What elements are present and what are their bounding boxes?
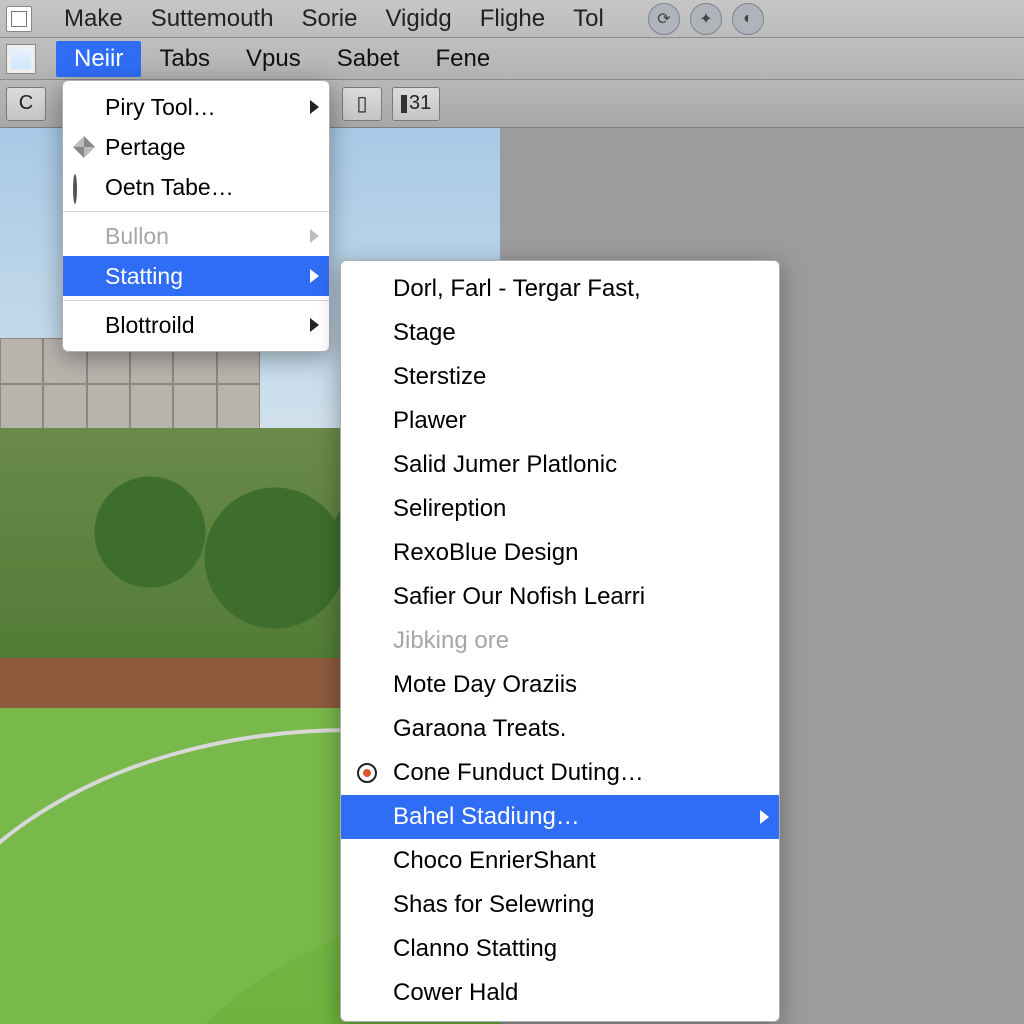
tool-button-c[interactable]: C <box>6 87 46 121</box>
os-menu-suttemouth[interactable]: Suttemouth <box>137 1 288 37</box>
submenu-item-mote-day[interactable]: Mote Day Oraziis <box>341 663 779 707</box>
os-menubar: Make Suttemouth Sorie Vigidg Flighe Tol … <box>0 0 1024 38</box>
menu-item-label: Piry Tool… <box>105 94 216 121</box>
app-menu-fene[interactable]: Fene <box>417 41 508 77</box>
menu-item-label: Mote Day Oraziis <box>393 671 577 699</box>
status-icon-3[interactable]: ◐ <box>732 3 764 35</box>
chevron-right-icon <box>310 229 319 243</box>
menu-item-blottroild[interactable]: Blottroild <box>63 305 329 345</box>
menu-item-label: RexoBlue Design <box>393 539 578 567</box>
submenu-item-rexoblue[interactable]: RexoBlue Design <box>341 531 779 575</box>
submenu-item-plawer[interactable]: Plawer <box>341 399 779 443</box>
menu-item-label: Shas for Selewring <box>393 891 594 919</box>
menu-item-label: Garaona Treats. <box>393 715 566 743</box>
menu-item-label: Selireption <box>393 495 506 523</box>
menu-item-label: Clanno Statting <box>393 935 557 963</box>
submenu-item-shas[interactable]: Shas for Selewring <box>341 883 779 927</box>
dropdown-statting-submenu: Dorl, Farl - Tergar Fast, Stage Sterstiz… <box>340 260 780 1022</box>
submenu-item-selireption[interactable]: Selireption <box>341 487 779 531</box>
menu-item-label: Plawer <box>393 407 466 435</box>
menu-item-label: Blottroild <box>105 312 194 339</box>
menu-item-label: Cower Hald <box>393 979 518 1007</box>
app-menu-neiir[interactable]: Neiir <box>56 41 141 77</box>
bar-icon <box>401 95 407 113</box>
tool-button-31[interactable]: 31 <box>392 87 440 121</box>
os-menu-vigidg[interactable]: Vigidg <box>371 1 465 37</box>
menu-item-pertage[interactable]: Pertage <box>63 127 329 167</box>
submenu-item-stage[interactable]: Stage <box>341 311 779 355</box>
ring-icon <box>73 176 95 198</box>
dropdown-neiir: Piry Tool… Pertage Oetn Tabe… Bullon Sta… <box>62 80 330 352</box>
submenu-item-safier[interactable]: Safier Our Nofish Learri <box>341 575 779 619</box>
chevron-right-icon <box>310 100 319 114</box>
chevron-right-icon <box>760 810 769 824</box>
menu-item-label: Cone Funduct Duting… <box>393 759 644 787</box>
menu-item-statting[interactable]: Statting <box>63 256 329 296</box>
submenu-item-sterstize[interactable]: Sterstize <box>341 355 779 399</box>
submenu-item-garaona[interactable]: Garaona Treats. <box>341 707 779 751</box>
menu-item-label: Statting <box>105 263 183 290</box>
chevron-right-icon <box>310 269 319 283</box>
menu-item-label: Stage <box>393 319 456 347</box>
submenu-item-salid-jumer[interactable]: Salid Jumer Platlonic <box>341 443 779 487</box>
menu-item-label: Salid Jumer Platlonic <box>393 451 617 479</box>
tool-button-c-label: C <box>19 92 33 115</box>
record-icon <box>357 763 377 783</box>
brush-icon <box>73 136 95 158</box>
os-menu-tol[interactable]: Tol <box>559 1 618 37</box>
submenu-item-clanno[interactable]: Clanno Statting <box>341 927 779 971</box>
submenu-item-bahel-stadiung[interactable]: Bahel Stadiung… <box>341 795 779 839</box>
tool-button-bottle[interactable]: ▯ <box>342 87 382 121</box>
status-icon-1[interactable]: ⟳ <box>648 3 680 35</box>
menu-item-label: Oetn Tabe… <box>105 174 234 201</box>
bottle-icon: ▯ <box>356 91 367 116</box>
submenu-item-cower-hald[interactable]: Cower Hald <box>341 971 779 1015</box>
submenu-item-jibking: Jibking ore <box>341 619 779 663</box>
submenu-item-cone-funduct[interactable]: Cone Funduct Duting… <box>341 751 779 795</box>
menu-separator <box>63 300 329 301</box>
status-icon-2[interactable]: ✦ <box>690 3 722 35</box>
chevron-right-icon <box>310 318 319 332</box>
tool-button-31-label: 31 <box>409 92 431 115</box>
menu-item-label: Bullon <box>105 223 169 250</box>
app-menu-tabs[interactable]: Tabs <box>141 41 228 77</box>
menu-item-piry-tool[interactable]: Piry Tool… <box>63 87 329 127</box>
menu-item-label: Choco EnrierShant <box>393 847 596 875</box>
menu-item-oetn-tabe[interactable]: Oetn Tabe… <box>63 167 329 207</box>
os-menu-sorie[interactable]: Sorie <box>287 1 371 37</box>
app-menu-vpus[interactable]: Vpus <box>228 41 319 77</box>
app-logo-icon <box>6 6 32 32</box>
submenu-item-choco[interactable]: Choco EnrierShant <box>341 839 779 883</box>
document-icon[interactable] <box>6 44 36 74</box>
menu-item-label: Dorl, Farl - Tergar Fast, <box>393 275 641 303</box>
menu-item-label: Safier Our Nofish Learri <box>393 583 645 611</box>
menu-item-label: Sterstize <box>393 363 486 391</box>
menu-separator <box>63 211 329 212</box>
menu-item-label: Jibking ore <box>393 627 509 655</box>
menu-item-bullon: Bullon <box>63 216 329 256</box>
app-menubar: Neiir Tabs Vpus Sabet Fene <box>0 38 1024 80</box>
submenu-item-dorl-farl[interactable]: Dorl, Farl - Tergar Fast, <box>341 267 779 311</box>
os-menu-make[interactable]: Make <box>50 1 137 37</box>
menu-item-label: Pertage <box>105 134 186 161</box>
os-menu-flighe[interactable]: Flighe <box>466 1 559 37</box>
menu-item-label: Bahel Stadiung… <box>393 803 580 831</box>
app-menu-sabet[interactable]: Sabet <box>319 41 418 77</box>
